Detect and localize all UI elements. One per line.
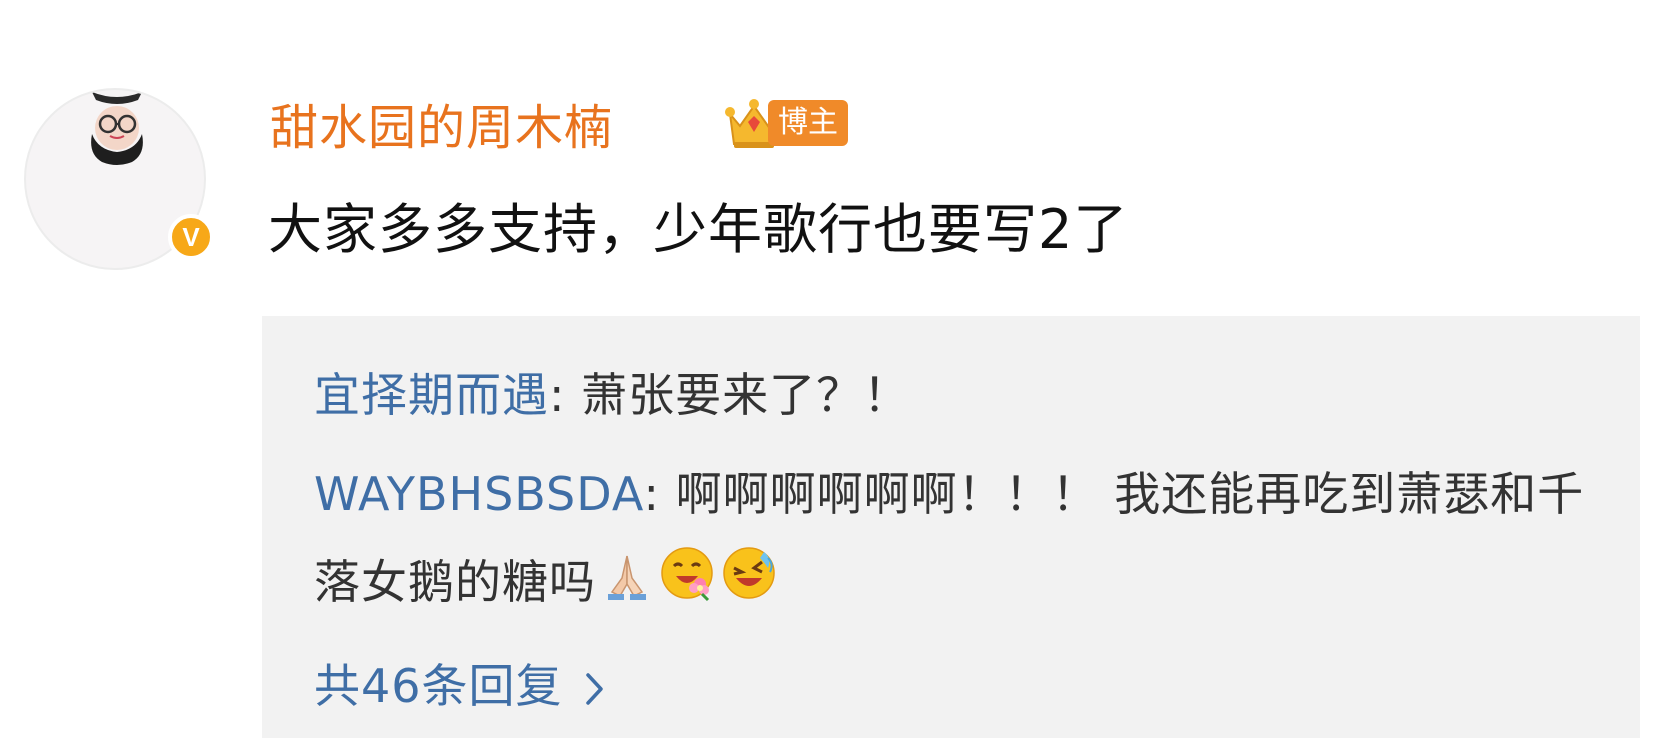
chevron-right-icon [585, 658, 605, 722]
comment-author[interactable]: 甜水园的周木楠 [270, 96, 613, 160]
reply-box[interactable]: 宜择期而遇: 萧张要来了？！ WAYBHSBSDA: 啊啊啊啊啊啊！！！ 我还能… [262, 316, 1640, 738]
avatar-container[interactable]: V [24, 88, 214, 270]
reply-text: 萧张要来了？！ [581, 368, 911, 422]
reply-separator: : [549, 368, 582, 422]
verified-v-icon: V [168, 214, 214, 260]
comment-text: 大家多多支持，少年歌行也要写2了 [268, 198, 1129, 261]
more-replies-link[interactable]: 共46条回复 [314, 654, 605, 722]
flower-emoji [658, 542, 716, 630]
reply-item[interactable]: 宜择期而遇: 萧张要来了？！ [314, 354, 910, 436]
pray-emoji [600, 542, 654, 630]
reply-username[interactable]: WAYBHSBSDA [314, 467, 644, 521]
reply-item[interactable]: WAYBHSBSDA: 啊啊啊啊啊啊！！！ 我还能再吃到萧瑟和千落女鹅的糖吗 [314, 450, 1594, 630]
blogger-tag: 博主 [768, 100, 848, 146]
laugh-emoji [720, 542, 778, 630]
reply-separator: : [643, 467, 676, 521]
reply-username[interactable]: 宜择期而遇 [314, 368, 549, 422]
more-replies-label[interactable]: 共46条回复 [314, 659, 563, 713]
